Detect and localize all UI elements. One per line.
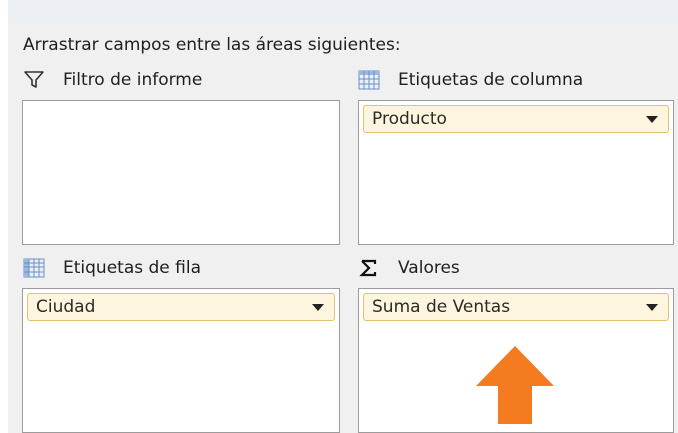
column-labels-title: Etiquetas de columna bbox=[398, 70, 584, 90]
drag-instructions: Arrastrar campos entre las áreas siguien… bbox=[23, 35, 401, 55]
panel-top-strip bbox=[8, 0, 678, 22]
field-suma-de-ventas-label: Suma de Ventas bbox=[372, 297, 511, 317]
column-labels-drop-area[interactable]: Producto bbox=[358, 100, 674, 245]
row-labels-header: Etiquetas de fila bbox=[23, 258, 201, 278]
funnel-icon bbox=[23, 70, 45, 90]
field-producto[interactable]: Producto bbox=[363, 105, 669, 133]
sigma-icon bbox=[358, 258, 380, 278]
report-filter-header: Filtro de informe bbox=[23, 70, 202, 90]
chevron-down-icon[interactable] bbox=[646, 115, 658, 123]
field-suma-de-ventas[interactable]: Suma de Ventas bbox=[363, 293, 669, 321]
report-filter-drop-area[interactable] bbox=[22, 100, 340, 245]
chevron-down-icon[interactable] bbox=[312, 303, 324, 311]
values-header: Valores bbox=[358, 258, 460, 278]
up-arrow-icon bbox=[476, 346, 554, 424]
pivot-field-areas-panel: Arrastrar campos entre las áreas siguien… bbox=[8, 0, 678, 433]
table-grid-icon bbox=[23, 258, 45, 278]
row-labels-drop-area[interactable]: Ciudad bbox=[22, 288, 340, 433]
chevron-down-icon[interactable] bbox=[646, 303, 658, 311]
table-grid-icon bbox=[358, 70, 380, 90]
values-title: Valores bbox=[398, 258, 460, 278]
field-ciudad[interactable]: Ciudad bbox=[27, 293, 335, 321]
field-producto-label: Producto bbox=[372, 109, 447, 129]
field-ciudad-label: Ciudad bbox=[36, 297, 96, 317]
report-filter-title: Filtro de informe bbox=[63, 70, 203, 90]
column-labels-header: Etiquetas de columna bbox=[358, 70, 583, 90]
row-labels-title: Etiquetas de fila bbox=[63, 258, 202, 278]
